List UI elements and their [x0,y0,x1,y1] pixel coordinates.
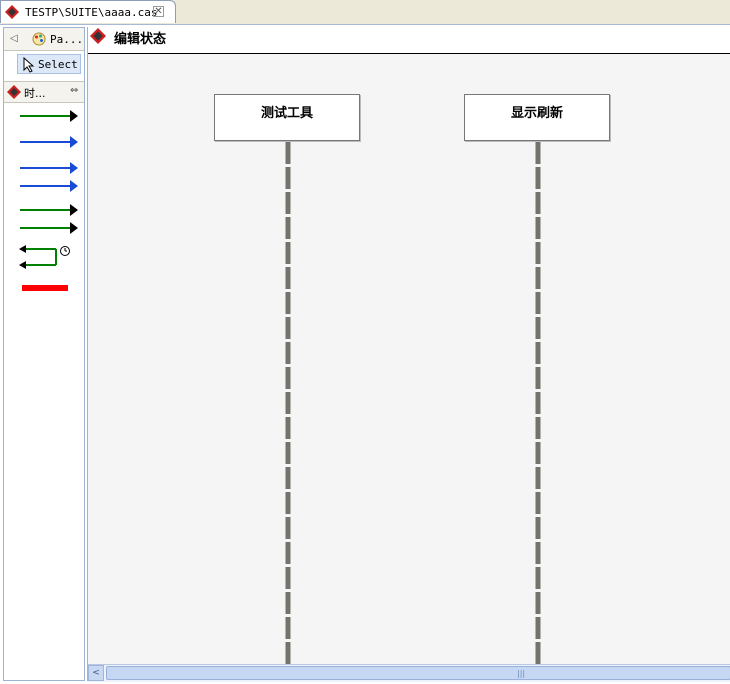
palette-icon [32,32,46,46]
diamond-logo-icon [7,85,21,99]
collapse-icon[interactable]: ⇔ [70,85,78,96]
palette-title: Pa... [50,33,84,46]
lifeline-dashed-line[interactable] [285,142,291,664]
tab-title: TESTP\SUITE\aaaa.cas [25,6,158,19]
scroll-left-icon[interactable]: < [88,665,104,681]
lifeline-header[interactable]: 测试工具 [214,94,360,141]
close-icon[interactable]: ✕ [153,6,164,17]
double-async-message-tool[interactable] [18,161,78,193]
workbench: ◁ Pa... Select 时... ⇔ 编辑状态 测试工具 显示刷新 < |… [0,24,730,684]
arrow-cursor-icon [23,57,35,73]
grip-icon: ||| [517,669,526,678]
select-label: Select [38,58,78,71]
select-tool-button[interactable]: Select [17,54,81,74]
timer-message-tool[interactable] [18,245,78,271]
tool-palette: ◁ Pa... Select 时... ⇔ [3,27,85,681]
palette-header: ◁ Pa... [4,28,84,51]
red-bar-tool[interactable] [18,283,78,293]
scrollbar-thumb[interactable]: ||| [106,666,730,680]
editor-tab-bar: TESTP\SUITE\aaaa.cas ✕ [0,0,730,25]
double-sync-message-tool[interactable] [18,203,78,235]
diamond-logo-icon [5,5,19,19]
diagram-canvas[interactable]: 测试工具 显示刷新 [88,54,730,664]
async-message-tool[interactable] [18,135,78,149]
editor-header: 编辑状态 [88,27,730,54]
horizontal-scrollbar[interactable]: < ||| [88,664,730,682]
palette-drawer-header[interactable]: 时... ⇔ [4,81,84,103]
editor-tab[interactable]: TESTP\SUITE\aaaa.cas ✕ [0,0,176,23]
drawer-label: 时... [24,87,46,100]
lifeline-header[interactable]: 显示刷新 [464,94,610,141]
lifeline-dashed-line[interactable] [535,142,541,664]
back-arrow-icon[interactable]: ◁ [10,33,18,44]
diamond-logo-icon [90,28,106,44]
clock-icon [60,246,70,256]
sync-message-tool[interactable] [18,109,78,123]
editor-title: 编辑状态 [114,32,167,47]
diagram-editor: 编辑状态 测试工具 显示刷新 < ||| [87,27,730,682]
